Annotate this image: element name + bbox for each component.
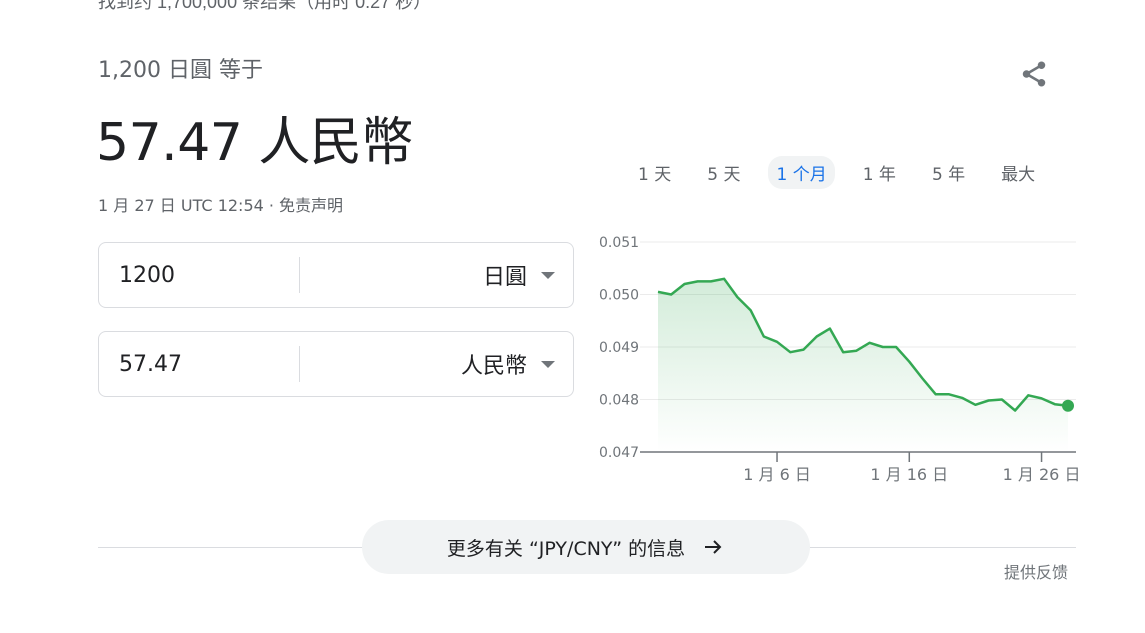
chevron-down-icon [541, 360, 555, 368]
to-currency-box: 57.47 人民幣 [98, 331, 574, 397]
tab-5-day[interactable]: 5 天 [699, 156, 748, 189]
x-tick-label: 1 月 6 日 [743, 465, 811, 484]
current-value-point [1062, 399, 1074, 412]
x-tick-label: 1 月 16 日 [870, 465, 948, 484]
chevron-down-icon [541, 271, 555, 279]
to-currency-select[interactable]: 人民幣 [300, 348, 573, 380]
series-area [658, 278, 1068, 452]
x-tick-label: 1 月 26 日 [1003, 465, 1081, 484]
from-currency-label: 日圓 [482, 265, 527, 290]
y-tick-label: 0.051 [599, 235, 639, 251]
more-info-button[interactable]: 更多有关 “JPY/CNY” 的信息 [362, 520, 810, 574]
tab-1-year[interactable]: 1 年 [855, 156, 904, 189]
to-amount-input[interactable]: 57.47 [99, 352, 299, 377]
more-info-label: 更多有关 “JPY/CNY” 的信息 [446, 537, 686, 560]
y-tick-label: 0.047 [599, 445, 639, 461]
tab-max[interactable]: 最大 [993, 156, 1043, 189]
tab-1-day[interactable]: 1 天 [630, 156, 679, 189]
y-tick-label: 0.050 [599, 288, 639, 304]
tab-1-month[interactable]: 1 个月 [768, 156, 835, 189]
tab-5-year[interactable]: 5 年 [924, 156, 973, 189]
results-count: 找到约 1,700,000 条结果（用时 0.27 秒） [98, 0, 432, 12]
arrow-right-icon [701, 535, 725, 559]
conversion-subtitle: 1,200 日圓 等于 [98, 58, 263, 83]
y-tick-label: 0.049 [599, 340, 639, 356]
share-icon [1022, 61, 1046, 87]
feedback-link[interactable]: 提供反馈 [1004, 559, 1068, 583]
from-currency-box: 1200 日圓 [98, 242, 574, 308]
to-currency-label: 人民幣 [460, 354, 527, 379]
exchange-rate-chart[interactable]: 0.051 0.050 0.049 0.048 0.047 1 月 6 日 1 月 16 日… [590, 228, 1090, 488]
from-amount-input[interactable]: 1200 [99, 263, 299, 288]
share-button[interactable] [1014, 54, 1054, 94]
timestamp: 1 月 27 日 UTC 12:54 · 免责声明 [98, 196, 344, 215]
range-tabs: 1 天 5 天 1 个月 1 年 5 年 最大 [630, 156, 1063, 189]
converted-value: 57.47 人民幣 [96, 113, 413, 173]
from-currency-select[interactable]: 日圓 [300, 259, 573, 291]
y-tick-label: 0.048 [599, 393, 639, 409]
